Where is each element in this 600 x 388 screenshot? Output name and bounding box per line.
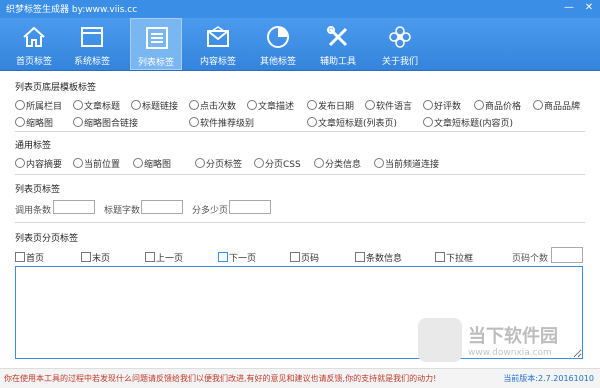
status-message: 你在使用本工具的过程中若发现什么问题请反馈给我们以便我们改进,有好的意见和建议也… (4, 374, 437, 383)
radio-option[interactable]: 点击次数 (189, 99, 236, 112)
tab-other-tags[interactable]: 其他标签 (252, 18, 304, 70)
tab-label: 关于我们 (381, 57, 418, 67)
radio-option[interactable]: 当前频道连接 (374, 157, 439, 170)
watermark-text: 当下软件园 (468, 326, 558, 347)
flower-icon (389, 26, 411, 48)
radio-option[interactable]: 发布日期 (307, 99, 354, 112)
tab-label: 辅助工具 (319, 57, 356, 67)
version-label: 当前版本:2.7.20161010 (503, 374, 594, 383)
radio-option[interactable]: 分页CSS (254, 157, 301, 170)
call-count-input[interactable] (53, 200, 95, 214)
title-bar: 织梦标签生成器 by:www.viis.cc — ✕ (0, 0, 600, 18)
app-title: 织梦标签生成器 by:www.viis.cc (6, 5, 138, 15)
watermark-logo-icon (418, 318, 462, 362)
checkbox-option[interactable]: 页码 (290, 251, 319, 264)
tab-list-tags[interactable]: 列表标签 (130, 18, 182, 70)
title-length-input[interactable] (141, 200, 183, 214)
tab-about-us[interactable]: 关于我们 (374, 18, 426, 70)
tab-aux-tools[interactable]: 辅助工具 (312, 18, 364, 70)
radio-option[interactable]: 文章短标题(列表页) (307, 116, 397, 129)
radio-option[interactable]: 分页标签 (195, 157, 242, 170)
envelope-icon (207, 26, 229, 47)
checkbox-option[interactable]: 下拉框 (435, 251, 473, 264)
radio-option[interactable]: 内容摘要 (15, 157, 62, 170)
checkbox-option[interactable]: 条数信息 (355, 251, 402, 264)
radio-option[interactable]: 文章标题 (73, 99, 120, 112)
radio-option[interactable]: 软件语言 (365, 99, 412, 112)
checkbox-option[interactable]: 末页 (81, 251, 110, 264)
radio-option[interactable]: 好评数 (423, 99, 461, 112)
radio-option[interactable]: 文章短标题(内容页) (423, 116, 513, 129)
page-split-input[interactable] (229, 200, 271, 214)
radio-option[interactable]: 缩略图 (133, 157, 171, 170)
radio-option[interactable]: 商品品牌 (533, 99, 580, 112)
window-icon (81, 27, 103, 47)
watermark: 当下软件园 www.downxia.com (418, 318, 583, 368)
pie-chart-icon (267, 26, 289, 48)
list-icon (146, 27, 168, 49)
radio-option[interactable]: 文章描述 (247, 99, 294, 112)
radio-option[interactable]: 缩略图 (15, 116, 53, 129)
page-count-label: 页码个数 (512, 254, 549, 264)
divider (15, 222, 585, 223)
watermark-url: www.downxia.com (468, 348, 552, 358)
checkbox-option[interactable]: 首页 (15, 251, 44, 264)
divider (15, 131, 585, 132)
section-title-list-page: 列表页标签 (15, 185, 61, 195)
radio-option[interactable]: 分类信息 (314, 157, 361, 170)
radio-option[interactable]: 所属栏目 (15, 99, 62, 112)
field-label: 标题字数 (104, 206, 141, 216)
checkbox-option[interactable]: 上一页 (145, 251, 183, 264)
home-icon (23, 26, 45, 47)
tab-system-tags[interactable]: 系统标签 (66, 18, 118, 70)
minimize-button[interactable]: — (560, 1, 578, 15)
main-toolbar: 首页标签 系统标签 列表标签 内容标签 其他标签 辅助工具 关于我们 (0, 18, 600, 71)
radio-option[interactable]: 标题链接 (131, 99, 178, 112)
section-title-list-bottom: 列表页底层模板标签 (15, 83, 97, 93)
page-count-input[interactable] (551, 247, 583, 263)
divider (15, 174, 585, 175)
section-title-pagination: 列表页分页标签 (15, 234, 79, 244)
tab-label: 首页标签 (15, 57, 52, 67)
section-title-common: 通用标签 (15, 141, 52, 151)
radio-option[interactable]: 缩略图合链接 (73, 116, 138, 129)
tab-home-tags[interactable]: 首页标签 (8, 18, 60, 70)
radio-option[interactable]: 软件推荐级别 (189, 116, 254, 129)
tab-label: 其他标签 (259, 57, 296, 67)
tab-label: 列表标签 (137, 58, 174, 68)
tab-label: 系统标签 (73, 57, 110, 67)
close-button[interactable]: ✕ (580, 1, 598, 15)
tools-icon (327, 26, 348, 47)
checkbox-option[interactable]: 下一页 (218, 251, 256, 264)
tab-label: 内容标签 (199, 57, 236, 67)
field-label: 分多少页 (192, 206, 229, 216)
field-label: 调用条数 (15, 206, 52, 216)
tab-content-tags[interactable]: 内容标签 (192, 18, 244, 70)
radio-option[interactable]: 商品价格 (474, 99, 521, 112)
status-bar: 你在使用本工具的过程中若发现什么问题请反馈给我们以便我们改进,有好的意见和建议也… (0, 368, 600, 388)
radio-option[interactable]: 当前位置 (73, 157, 120, 170)
